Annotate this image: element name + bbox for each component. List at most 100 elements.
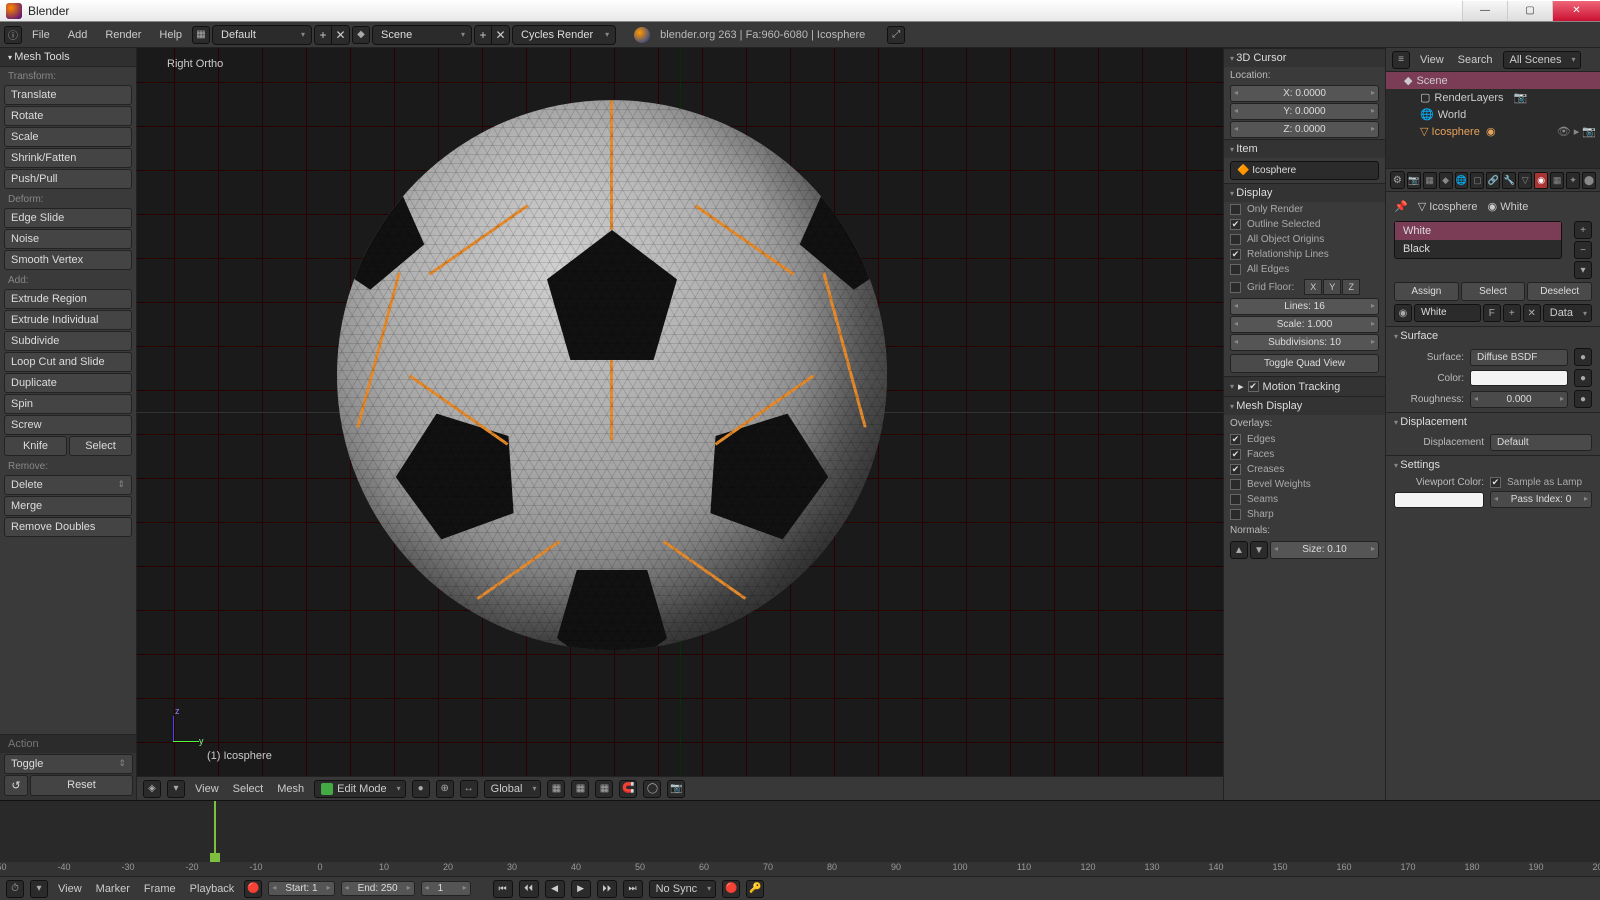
- scene-plusx[interactable]: +✕: [474, 25, 510, 45]
- outliner-view-menu[interactable]: View: [1416, 54, 1448, 66]
- grid-scale-field[interactable]: Scale: 1.000: [1230, 316, 1379, 333]
- play-reverse-icon[interactable]: ◀: [545, 880, 565, 898]
- roughness-field[interactable]: 0.000: [1470, 391, 1568, 408]
- faces-check[interactable]: Faces: [1224, 447, 1385, 462]
- normal-face-icon[interactable]: ▼: [1250, 541, 1268, 559]
- tab-particles-icon[interactable]: ✦: [1566, 172, 1580, 189]
- close-button[interactable]: ✕: [1552, 1, 1600, 21]
- proportional-icon[interactable]: ◯: [643, 780, 661, 798]
- tl-frame-menu[interactable]: Frame: [140, 883, 180, 895]
- normal-vert-icon[interactable]: ▲: [1230, 541, 1248, 559]
- tl-view-menu[interactable]: View: [54, 883, 86, 895]
- tab-texture-icon[interactable]: ▦: [1550, 172, 1564, 189]
- end-frame-field[interactable]: End: 250: [341, 881, 415, 896]
- all-origins-check[interactable]: All Object Origins: [1224, 232, 1385, 247]
- rough-socket-icon[interactable]: ●: [1574, 390, 1592, 408]
- fullscreen-icon[interactable]: ⤢: [887, 26, 905, 44]
- props-editor-icon[interactable]: ⚙: [1390, 171, 1405, 189]
- outline-selected-check[interactable]: Outline Selected: [1224, 217, 1385, 232]
- reset-icon[interactable]: ↺: [4, 775, 28, 796]
- toggle-button[interactable]: Toggle: [4, 754, 133, 774]
- mesh-display-section[interactable]: Mesh Display: [1224, 396, 1385, 415]
- layout-selector[interactable]: Default: [212, 25, 312, 45]
- play-icon[interactable]: ▶: [571, 880, 591, 898]
- tl-marker-menu[interactable]: Marker: [92, 883, 134, 895]
- mat-remove-icon[interactable]: −: [1574, 241, 1592, 259]
- menu-help[interactable]: Help: [151, 26, 190, 44]
- menu-file[interactable]: File: [24, 26, 58, 44]
- tab-constraints-icon[interactable]: 🔗: [1486, 172, 1500, 189]
- normal-size-field[interactable]: Size: 0.10: [1270, 541, 1379, 559]
- sync-selector[interactable]: No Sync: [649, 880, 717, 898]
- grid-floor-check[interactable]: Grid Floor:XYZ: [1224, 277, 1385, 297]
- delete-button[interactable]: Delete: [4, 475, 132, 495]
- jump-start-icon[interactable]: ⏮: [493, 880, 513, 898]
- timeline-cursor[interactable]: [214, 801, 216, 862]
- surface-field[interactable]: Diffuse BSDF: [1470, 349, 1568, 366]
- only-render-check[interactable]: Only Render: [1224, 202, 1385, 217]
- extrude-individual-button[interactable]: Extrude Individual: [4, 310, 132, 330]
- scene-selector[interactable]: Scene: [372, 25, 472, 45]
- maximize-button[interactable]: ▢: [1507, 1, 1552, 21]
- mat-menu-icon[interactable]: ▾: [1574, 261, 1592, 279]
- cursor-x-field[interactable]: X: 0.0000: [1230, 85, 1379, 102]
- grid-subdiv-field[interactable]: Subdivisions: 10: [1230, 334, 1379, 351]
- scene-icon[interactable]: ◆: [352, 26, 370, 44]
- motion-tracking-section[interactable]: ▸ ✔ Motion Tracking: [1224, 376, 1385, 396]
- menu-render[interactable]: Render: [97, 26, 149, 44]
- layer-3-icon[interactable]: ▦: [595, 780, 613, 798]
- cursor-z-field[interactable]: Z: 0.0000: [1230, 121, 1379, 138]
- color-socket-icon[interactable]: ●: [1574, 369, 1592, 387]
- duplicate-button[interactable]: Duplicate: [4, 373, 132, 393]
- outliner-scene[interactable]: ◆ Scene: [1386, 72, 1600, 89]
- jump-end-icon[interactable]: ⏭: [623, 880, 643, 898]
- node-socket-icon[interactable]: ●: [1574, 348, 1592, 366]
- material-name-field[interactable]: White: [1414, 304, 1481, 322]
- outliner-render-layers[interactable]: ▢ RenderLayers 📷: [1386, 89, 1600, 106]
- merge-button[interactable]: Merge: [4, 496, 132, 516]
- layer-1-icon[interactable]: ▦: [547, 780, 565, 798]
- material-black[interactable]: Black: [1395, 240, 1561, 258]
- icosphere-mesh[interactable]: [337, 100, 887, 650]
- deselect-button[interactable]: Deselect: [1527, 282, 1592, 301]
- item-section[interactable]: Item: [1224, 139, 1385, 158]
- chevron-down-icon[interactable]: ▾: [167, 780, 185, 798]
- tl-playback-menu[interactable]: Playback: [186, 883, 239, 895]
- menu-add[interactable]: Add: [60, 26, 96, 44]
- viewport-color-swatch[interactable]: [1394, 492, 1484, 508]
- assign-button[interactable]: Assign: [1394, 282, 1459, 301]
- relationship-lines-check[interactable]: Relationship Lines: [1224, 247, 1385, 262]
- fake-user-icon[interactable]: F: [1483, 304, 1501, 322]
- record-icon[interactable]: 🔴: [722, 880, 740, 898]
- sample-lamp-check[interactable]: Sample as Lamp: [1490, 477, 1582, 488]
- outliner-world[interactable]: 🌐 World: [1386, 106, 1600, 123]
- mesh-menu[interactable]: Mesh: [273, 783, 308, 795]
- next-keyframe-icon[interactable]: ⏵⏵: [597, 880, 617, 898]
- link-selector[interactable]: Data: [1543, 304, 1592, 322]
- current-frame-field[interactable]: 1: [421, 881, 471, 896]
- start-frame-field[interactable]: Start: 1: [268, 881, 334, 896]
- displacement-field[interactable]: Default: [1490, 434, 1592, 451]
- editor-type-icon[interactable]: ⓘ: [4, 26, 22, 44]
- minimize-button[interactable]: —: [1462, 1, 1507, 21]
- sharp-check[interactable]: Sharp: [1224, 507, 1385, 522]
- display-section[interactable]: Display: [1224, 183, 1385, 202]
- tab-physics-icon[interactable]: ⬤: [1582, 172, 1596, 189]
- all-edges-check[interactable]: All Edges: [1224, 262, 1385, 277]
- displacement-section[interactable]: Displacement: [1386, 412, 1600, 431]
- scale-button[interactable]: Scale: [4, 127, 132, 147]
- manipulator-icon[interactable]: ↔: [460, 780, 478, 798]
- seams-check[interactable]: Seams: [1224, 492, 1385, 507]
- material-list[interactable]: White Black: [1394, 221, 1562, 259]
- mat-browse-icon[interactable]: ◉: [1394, 304, 1412, 322]
- mat-add-icon[interactable]: +: [1574, 221, 1592, 239]
- subdivide-button[interactable]: Subdivide: [4, 331, 132, 351]
- layout-plusx[interactable]: +✕: [314, 25, 350, 45]
- prev-keyframe-icon[interactable]: ⏴⏴: [519, 880, 539, 898]
- bevel-weights-check[interactable]: Bevel Weights: [1224, 477, 1385, 492]
- outliner-search-menu[interactable]: Search: [1454, 54, 1497, 66]
- spin-button[interactable]: Spin: [4, 394, 132, 414]
- mat-new-icon[interactable]: +: [1503, 304, 1521, 322]
- mode-selector[interactable]: Edit Mode: [314, 780, 406, 798]
- tab-render-icon[interactable]: 📷: [1407, 172, 1421, 189]
